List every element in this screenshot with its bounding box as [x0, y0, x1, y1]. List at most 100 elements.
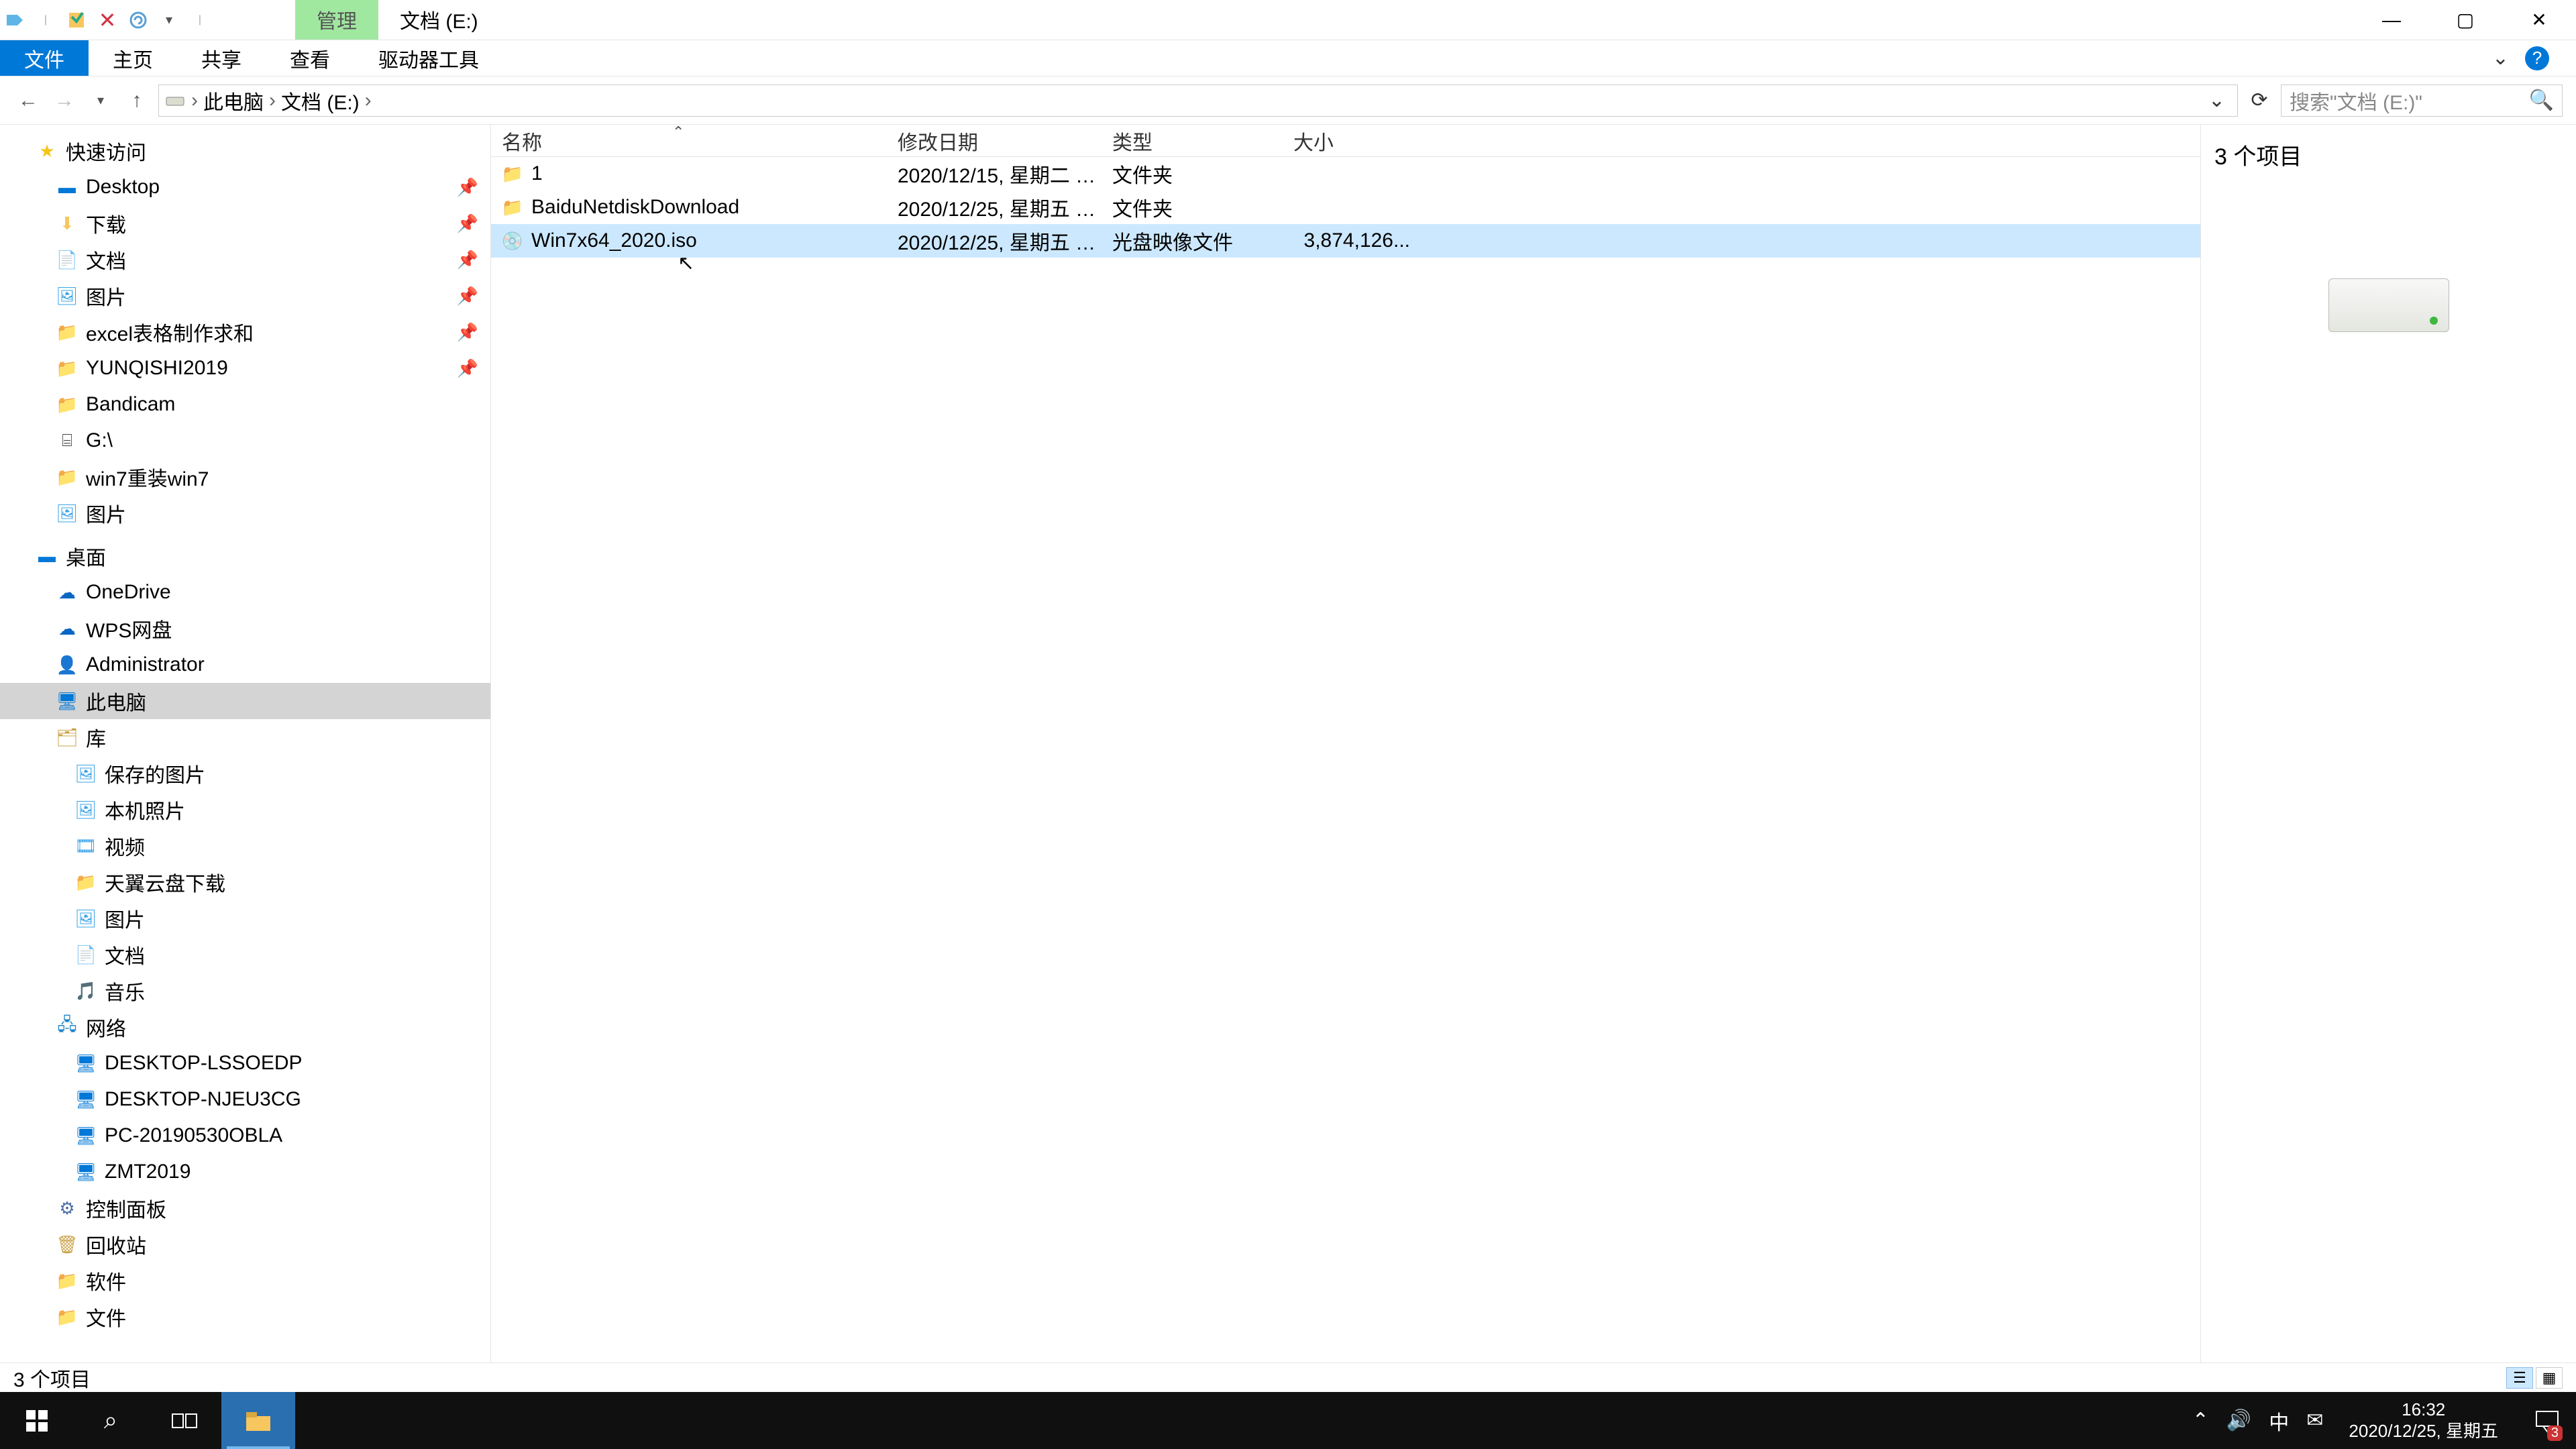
nav-recycle-bin[interactable]: 🗑回收站 — [0, 1226, 490, 1263]
breadcrumb[interactable]: › 此电脑 › 文档 (E:) › ⌄ — [158, 85, 2238, 117]
nav-quick-item[interactable]: ⬇下载📌 — [0, 205, 490, 241]
nav-folder-software[interactable]: 📁软件 — [0, 1263, 490, 1299]
nav-lib-item[interactable]: 🖼本机照片 — [0, 792, 490, 828]
navigation-pane[interactable]: ★快速访问 ▬Desktop📌 ⬇下载📌 📄文档📌 🖼图片📌 📁excel表格制… — [0, 125, 491, 1362]
nav-net-item[interactable]: 🖥DESKTOP-LSSOEDP — [0, 1045, 490, 1081]
view-details-button[interactable]: ☰ — [2506, 1367, 2533, 1389]
ribbon-tab-drive-tools[interactable]: 驱动器工具 — [354, 40, 503, 76]
nav-onedrive[interactable]: ☁OneDrive — [0, 574, 490, 610]
action-center-button[interactable]: 3 — [2524, 1392, 2571, 1449]
view-icons-button[interactable]: ▦ — [2536, 1367, 2563, 1389]
breadcrumb-seg-drive[interactable]: 文档 (E:) — [281, 86, 360, 115]
nav-net-item[interactable]: 🖥DESKTOP-NJEU3CG — [0, 1081, 490, 1118]
ribbon-tab-share[interactable]: 共享 — [177, 40, 266, 76]
cell-size: 3,874,126... — [1283, 229, 1424, 252]
nav-lib-item[interactable]: 📄文档 — [0, 936, 490, 973]
ribbon-tab-file[interactable]: 文件 — [0, 40, 89, 76]
column-header-type[interactable]: 类型 — [1102, 126, 1283, 156]
tray-clock[interactable]: 16:32 2020/12/25, 星期五 — [2341, 1399, 2506, 1441]
ribbon-tab-home[interactable]: 主页 — [89, 40, 177, 76]
tray-overflow-icon[interactable]: ⌃ — [2192, 1409, 2209, 1432]
contextual-tab-manage[interactable]: 管理 — [295, 0, 378, 40]
nav-folder-files[interactable]: 📁文件 — [0, 1299, 490, 1335]
qat-properties-icon[interactable] — [67, 11, 86, 30]
title-bar: | ✕ ▾ | 管理 文档 (E:) ― ▢ ✕ — [0, 0, 2576, 40]
nav-lib-item[interactable]: 🖼保存的图片 — [0, 755, 490, 792]
column-header-name[interactable]: 名称⌃ — [491, 126, 887, 156]
nav-libraries[interactable]: 🗂库 — [0, 719, 490, 755]
nav-lib-item[interactable]: 🎞视频 — [0, 828, 490, 864]
nav-desktop-root[interactable]: ▬桌面 — [0, 538, 490, 574]
nav-wps[interactable]: ☁WPS网盘 — [0, 610, 490, 647]
nav-this-pc[interactable]: 🖥此电脑 — [0, 683, 490, 719]
cell-name: 📁1 — [491, 162, 887, 185]
nav-control-panel[interactable]: ⚙控制面板 — [0, 1190, 490, 1226]
nav-quick-item[interactable]: 📄文档📌 — [0, 241, 490, 278]
file-rows: 📁1 2020/12/15, 星期二 1... 文件夹 📁BaiduNetdis… — [491, 157, 2200, 1362]
nav-label: Bandicam — [86, 393, 175, 416]
pictures-icon: 🖼 — [75, 799, 97, 820]
nav-label: DESKTOP-NJEU3CG — [105, 1088, 301, 1111]
nav-quick-item[interactable]: 📁YUNQISHI2019📌 — [0, 350, 490, 386]
pc-icon: 🖥 — [75, 1161, 97, 1183]
file-row[interactable]: 📁BaiduNetdiskDownload 2020/12/25, 星期五 1.… — [491, 191, 2200, 224]
breadcrumb-sep[interactable]: › — [190, 89, 199, 112]
nav-forward-button[interactable]: → — [50, 86, 79, 115]
file-name: BaiduNetdiskDownload — [531, 196, 739, 219]
nav-up-button[interactable]: ↑ — [122, 86, 152, 115]
breadcrumb-dropdown-icon[interactable]: ⌄ — [2202, 89, 2232, 112]
column-header-size[interactable]: 大小 — [1283, 126, 1424, 156]
nav-lib-item[interactable]: 🖼图片 — [0, 900, 490, 936]
qat-separator: | — [191, 11, 209, 30]
start-button[interactable] — [0, 1392, 74, 1449]
pictures-icon: 🖼 — [75, 763, 97, 784]
breadcrumb-seg-this-pc[interactable]: 此电脑 — [203, 86, 264, 115]
nav-quick-item[interactable]: ⌸G:\ — [0, 423, 490, 459]
nav-lib-item[interactable]: 📁天翼云盘下载 — [0, 864, 490, 900]
nav-quick-item[interactable]: ▬Desktop📌 — [0, 169, 490, 205]
qat-dropdown-icon[interactable]: ▾ — [160, 11, 178, 30]
nav-back-button[interactable]: ← — [13, 86, 43, 115]
minimize-button[interactable]: ― — [2355, 0, 2428, 40]
nav-quick-item[interactable]: 📁excel表格制作求和📌 — [0, 314, 490, 350]
nav-user[interactable]: 👤Administrator — [0, 647, 490, 683]
taskbar-explorer-button[interactable] — [221, 1392, 295, 1449]
search-icon[interactable]: 🔍 — [2529, 89, 2554, 112]
file-row[interactable]: 💿Win7x64_2020.iso 2020/12/25, 星期五 1... 光… — [491, 224, 2200, 258]
breadcrumb-sep[interactable]: › — [364, 89, 373, 112]
nav-lib-item[interactable]: 🎵音乐 — [0, 973, 490, 1009]
maximize-button[interactable]: ▢ — [2428, 0, 2502, 40]
nav-recent-dropdown[interactable]: ▾ — [86, 86, 115, 115]
nav-quick-access[interactable]: ★快速访问 — [0, 133, 490, 169]
taskbar-search-button[interactable]: ⌕ — [74, 1392, 148, 1449]
view-mode-toggles: ☰ ▦ — [2506, 1367, 2563, 1389]
breadcrumb-sep[interactable]: › — [268, 89, 277, 112]
nav-label: Desktop — [86, 176, 160, 199]
nav-net-item[interactable]: 🖥PC-20190530OBLA — [0, 1118, 490, 1154]
file-row[interactable]: 📁1 2020/12/15, 星期二 1... 文件夹 — [491, 157, 2200, 191]
column-header-date[interactable]: 修改日期 — [887, 126, 1102, 156]
search-input[interactable]: 搜索"文档 (E:)" 🔍 — [2281, 85, 2563, 117]
refresh-button[interactable]: ⟳ — [2245, 86, 2274, 115]
qat-delete-icon[interactable]: ✕ — [98, 11, 117, 30]
nav-quick-item[interactable]: 🖼图片 — [0, 495, 490, 531]
task-view-button[interactable] — [148, 1392, 221, 1449]
qat-undo-icon[interactable] — [129, 11, 148, 30]
pc-icon: 🖥 — [75, 1053, 97, 1074]
file-list-view[interactable]: 名称⌃ 修改日期 类型 大小 📁1 2020/12/15, 星期二 1... 文… — [491, 125, 2200, 1362]
nav-label: OneDrive — [86, 581, 171, 604]
nav-network[interactable]: 🖧网络 — [0, 1009, 490, 1045]
ribbon-expand-icon[interactable]: ⌄ — [2492, 46, 2509, 70]
tray-volume-icon[interactable]: 🔊 — [2226, 1409, 2251, 1432]
tray-mail-icon[interactable]: ✉ — [2306, 1409, 2323, 1432]
close-button[interactable]: ✕ — [2502, 0, 2576, 40]
help-icon[interactable]: ? — [2525, 46, 2549, 70]
nav-quick-item[interactable]: 🖼图片📌 — [0, 278, 490, 314]
nav-label: 图片 — [86, 498, 126, 528]
app-icon[interactable] — [5, 11, 24, 30]
nav-net-item[interactable]: 🖥ZMT2019 — [0, 1154, 490, 1190]
nav-quick-item[interactable]: 📁Bandicam — [0, 386, 490, 423]
ribbon-tab-view[interactable]: 查看 — [266, 40, 354, 76]
tray-ime-icon[interactable]: 中 — [2269, 1406, 2289, 1436]
nav-quick-item[interactable]: 📁win7重装win7 — [0, 459, 490, 495]
